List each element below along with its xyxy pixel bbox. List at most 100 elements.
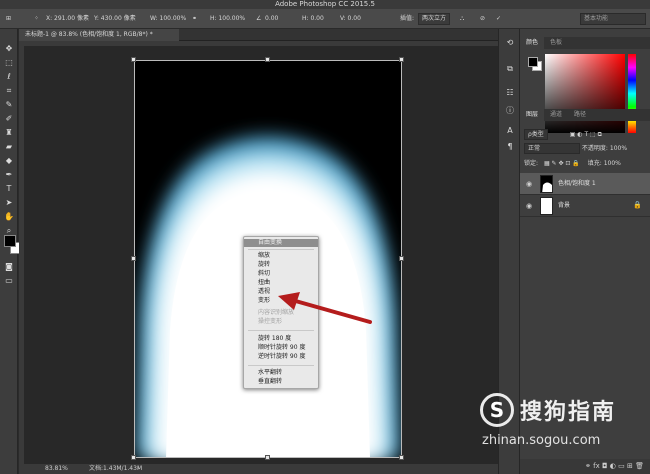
history-panel-icon[interactable]: ⟲ — [504, 37, 516, 49]
move-tool-icon[interactable]: ✥ — [2, 43, 16, 55]
properties-panel-icon[interactable]: ⧉ — [504, 63, 516, 75]
hue-slider[interactable] — [628, 54, 636, 133]
clone-stamp-icon[interactable]: ♜ — [2, 127, 16, 139]
marquee-tool-icon[interactable]: ⬚ — [2, 57, 16, 69]
brush-tool-icon[interactable]: ✐ — [2, 113, 16, 125]
adjustment-layer-icon[interactable]: ◐ — [610, 462, 616, 470]
warp-mode-icon[interactable]: ⛬ — [460, 13, 464, 25]
cancel-transform-icon[interactable]: ⊘ — [480, 13, 485, 25]
w-field[interactable]: W: 100.00% — [150, 13, 186, 25]
menu-item-flip-horizontal[interactable]: 水平翻转 — [244, 369, 318, 377]
reference-point-icon[interactable]: ⁘ — [34, 13, 39, 25]
opacity-label: 不透明度: — [581, 145, 608, 152]
transform-handle-bottom[interactable] — [265, 455, 270, 460]
interpolation-value: 两次立方 — [418, 13, 451, 25]
menu-item-rotate-90-cw[interactable]: 顺时针旋转 90 度 — [244, 344, 318, 352]
character-panel-icon[interactable]: A — [504, 125, 516, 137]
watermark-brand: 搜狗指南 — [520, 400, 617, 425]
transform-handle-top-right[interactable] — [399, 57, 404, 62]
blend-row: 正常 不透明度: 100% — [524, 143, 627, 154]
menu-item-scale[interactable]: 缩放 — [244, 252, 318, 260]
interpolation-label: 插值: — [400, 15, 415, 22]
interpolation-select[interactable]: 两次立方 — [418, 13, 451, 25]
tab-swatches[interactable]: 色板 — [544, 37, 568, 49]
menu-item-flip-vertical[interactable]: 垂直翻转 — [244, 378, 318, 386]
adjustments-panel-icon[interactable]: ☷ — [504, 87, 516, 99]
lock-label: 锁定: — [524, 160, 539, 167]
transform-handle-top[interactable] — [265, 57, 270, 62]
layer-kind-filter[interactable]: ρ类型 — [524, 129, 548, 140]
workspace-search-input[interactable]: 基本功能 — [580, 13, 646, 25]
transform-handle-right[interactable] — [399, 256, 404, 261]
group-icon[interactable]: ▭ — [618, 462, 625, 470]
sogou-logo-icon: S — [480, 393, 514, 427]
h-field[interactable]: H: 100.00% — [210, 13, 245, 25]
blend-mode-select[interactable]: 正常 — [524, 143, 580, 154]
menu-item-rotate-90-ccw[interactable]: 逆时针旋转 90 度 — [244, 353, 318, 361]
layers-panel-footer: ⚭ fx ◘ ◐ ▭ ⊞ 🗑 — [520, 459, 650, 474]
new-layer-icon[interactable]: ⊞ — [627, 462, 633, 470]
quick-mask-icon[interactable]: ◙ — [2, 261, 16, 273]
link-icon[interactable]: ⚭ — [192, 13, 197, 25]
path-select-icon[interactable]: ➤ — [2, 197, 16, 209]
fill-label: 填充: — [587, 160, 602, 167]
transform-handle-top-left[interactable] — [131, 57, 136, 62]
type-tool-icon[interactable]: T — [2, 183, 16, 195]
fx-icon[interactable]: fx — [593, 462, 600, 470]
status-menu-icon[interactable]: › — [137, 464, 139, 474]
opacity-value[interactable]: 100% — [610, 145, 627, 152]
blur-tool-icon[interactable]: ◆ — [2, 155, 16, 167]
tab-paths[interactable]: 路径 — [568, 109, 592, 121]
menu-item-rotate[interactable]: 旋转 — [244, 261, 318, 269]
layer-name[interactable]: 背景 — [558, 195, 570, 217]
options-bar: ⊞ ⁘ X: 291.00 像素 Y: 430.00 像素 W: 100.00%… — [0, 9, 650, 29]
commit-transform-icon[interactable]: ✓ — [496, 13, 501, 25]
eraser-tool-icon[interactable]: ▰ — [2, 141, 16, 153]
crop-tool-icon[interactable]: ⌗ — [2, 85, 16, 97]
transform-handle-bottom-right[interactable] — [399, 455, 404, 460]
menu-item-distort[interactable]: 扭曲 — [244, 279, 318, 287]
angle-icon: ∠ — [256, 15, 262, 22]
filter-icons[interactable]: ▣ ◐ T ⬚ ⧉ — [570, 131, 602, 138]
link-layers-icon[interactable]: ⚭ — [585, 462, 591, 470]
tab-channels[interactable]: 通道 — [544, 109, 568, 121]
hand-tool-icon[interactable]: ✋ — [2, 211, 16, 223]
visibility-eye-icon[interactable]: ◉ — [526, 201, 536, 211]
mask-icon[interactable]: ◘ — [602, 462, 608, 470]
lock-icons[interactable]: ▦ ✎ ✥ ⊡ 🔒 — [544, 160, 580, 167]
paragraph-panel-icon[interactable]: ¶ — [504, 141, 516, 153]
tab-color[interactable]: 颜色 — [520, 37, 545, 49]
zoom-level[interactable]: 83.81% — [45, 464, 68, 474]
skew-v-field[interactable]: V: 0.00 — [340, 13, 361, 25]
y-field[interactable]: Y: 430.00 像素 — [94, 13, 136, 25]
angle-field[interactable]: 0.00 — [265, 13, 278, 25]
pen-tool-icon[interactable]: ✒ — [2, 169, 16, 181]
sogou-watermark: S 搜狗指南 zhinan.sogou.com — [480, 388, 646, 448]
document-tabs: 未标题-1 @ 83.8% (色相/饱和度 1, RGB/8*) * — [19, 29, 498, 41]
eyedropper-tool-icon[interactable]: ✎ — [2, 99, 16, 111]
status-bar: 83.81% 文档:1.43M/1.43M › — [19, 464, 498, 474]
skew-h-field[interactable]: H: 0.00 — [302, 13, 324, 25]
tab-layers[interactable]: 图层 — [520, 109, 545, 121]
color-field[interactable] — [545, 54, 625, 133]
transform-handle-left[interactable] — [131, 256, 136, 261]
screen-mode-icon[interactable]: ▭ — [2, 275, 16, 287]
delete-layer-icon[interactable]: 🗑 — [635, 462, 644, 470]
layer-row[interactable]: ◉ 色相/饱和度 1 — [520, 173, 650, 195]
visibility-eye-icon[interactable]: ◉ — [526, 179, 536, 189]
layers-panel-tabs: 图层 通道 路径 — [520, 109, 650, 121]
fill-value[interactable]: 100% — [604, 160, 621, 167]
transform-tool-icon[interactable]: ⊞ — [6, 13, 11, 25]
info-panel-icon[interactable]: ⓘ — [504, 105, 516, 117]
document-tab[interactable]: 未标题-1 @ 83.8% (色相/饱和度 1, RGB/8*) * — [19, 29, 179, 41]
foreground-color-swatch[interactable] — [4, 235, 16, 247]
x-field[interactable]: X: 291.00 像素 — [46, 13, 89, 25]
menu-item-skew[interactable]: 斜切 — [244, 270, 318, 278]
layer-filter-row: ρ类型 ▣ ◐ T ⬚ ⧉ — [524, 129, 602, 140]
layer-name[interactable]: 色相/饱和度 1 — [558, 173, 596, 195]
color-panel-foreground-swatch[interactable] — [528, 57, 538, 67]
lasso-tool-icon[interactable]: ℓ — [2, 71, 16, 83]
layer-row[interactable]: ◉ 背景 🔒 — [520, 195, 650, 217]
menu-item-rotate-180[interactable]: 旋转 180 度 — [244, 335, 318, 343]
transform-handle-bottom-left[interactable] — [131, 455, 136, 460]
